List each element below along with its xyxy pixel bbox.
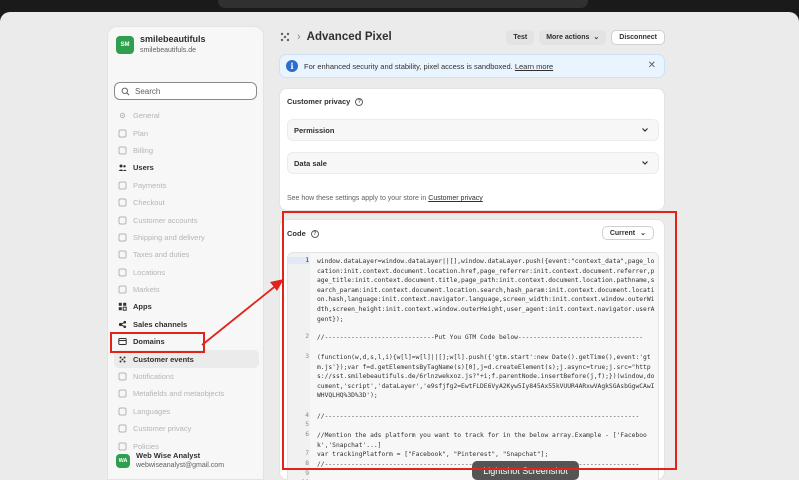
data-sale-label: Data sale — [294, 158, 327, 168]
store-switcher[interactable]: SM smilebeautifuls smilebeautifuls.de — [116, 33, 206, 56]
location-icon — [118, 268, 127, 277]
sidebar-item-label: Markets — [133, 285, 160, 295]
cart-icon — [118, 198, 127, 207]
store-name: smilebeautifuls — [140, 34, 206, 44]
annotation-arrow — [201, 279, 284, 346]
test-label: Test — [513, 33, 528, 41]
apps-icon — [118, 303, 127, 312]
sidebar-item-label: Sales channels — [133, 319, 188, 329]
person-icon — [118, 216, 127, 225]
sidebar-item-billing[interactable]: Billing — [114, 142, 259, 159]
sidebar-item-general[interactable]: General — [114, 107, 259, 124]
billing-icon — [118, 146, 127, 155]
disconnect-button[interactable]: Disconnect — [611, 29, 665, 45]
events-icon — [119, 356, 126, 363]
annotation-box-code — [282, 211, 677, 470]
chevron-down-icon — [642, 128, 648, 132]
sidebar-item-languages[interactable]: Languages — [114, 403, 259, 420]
user-avatar: WA — [116, 454, 130, 468]
sidebar-item-taxes-and-duties[interactable]: Taxes and duties — [114, 246, 259, 263]
sidebar-item-plan[interactable]: Plan — [114, 124, 259, 141]
sidebar-item-payments[interactable]: Payments — [114, 177, 259, 194]
metafields-icon — [118, 389, 127, 398]
chevron-down-icon — [642, 161, 648, 165]
sidebar-item-customer-events[interactable]: Customer events — [114, 350, 259, 368]
test-button[interactable]: Test — [506, 29, 535, 45]
sidebar-item-label: Policies — [133, 441, 159, 451]
sidebar-item-label: General — [133, 111, 160, 121]
info-icon: i — [286, 60, 298, 72]
truck-icon — [118, 233, 127, 242]
line-number: 9 — [305, 470, 309, 477]
banner-text: For enhanced security and stability, pix… — [304, 61, 513, 71]
sidebar-item-checkout[interactable]: Checkout — [114, 194, 259, 211]
pixel-icon[interactable] — [279, 31, 291, 43]
sidebar-item-label: Customer accounts — [133, 215, 198, 225]
channels-icon — [118, 320, 127, 328]
customer-privacy-title: Customer privacy — [287, 97, 351, 106]
sidebar-item-label: Locations — [133, 267, 166, 277]
sidebar-item-label: Metafields and metaobjects — [133, 389, 225, 399]
sidebar-item-label: Taxes and duties — [133, 250, 190, 260]
policy-icon — [118, 442, 127, 451]
sidebar-item-customer-privacy[interactable]: Customer privacy — [114, 420, 259, 437]
sidebar-item-metafields-and-metaobjects[interactable]: Metafields and metaobjects — [114, 385, 259, 402]
sidebar-item-label: Customer events — [133, 354, 194, 364]
sidebar-item-label: Payments — [133, 180, 167, 190]
sidebar-item-label: Notifications — [133, 372, 174, 382]
sidebar-item-label: Plan — [133, 128, 149, 138]
language-icon — [118, 407, 127, 416]
bell-icon — [118, 372, 127, 381]
address-bar[interactable] — [218, 0, 588, 8]
more-actions-label: More actions — [546, 33, 590, 41]
user-account[interactable]: WA Web Wise Analyst webwiseanalyst@gmail… — [116, 451, 224, 471]
close-icon[interactable]: ✕ — [648, 60, 656, 71]
search-input[interactable]: Search — [114, 82, 257, 100]
sidebar-item-label: Shipping and delivery — [133, 232, 205, 242]
tax-icon — [118, 250, 127, 259]
store-avatar: SM — [116, 36, 134, 54]
search-icon — [121, 87, 130, 95]
page-title: Advanced Pixel — [306, 31, 392, 43]
disconnect-label: Disconnect — [619, 33, 657, 41]
sidebar-item-label: Users — [133, 163, 154, 173]
sidebar-item-label: Billing — [133, 145, 154, 155]
breadcrumb-separator: › — [297, 31, 301, 43]
sidebar-item-users[interactable]: Users — [114, 159, 259, 176]
sidebar-item-customer-accounts[interactable]: Customer accounts — [114, 211, 259, 228]
store-domain: smilebeautifuls.de — [140, 47, 197, 54]
more-actions-button[interactable]: More actions ⌄ — [539, 29, 607, 45]
learn-more-link[interactable]: Learn more — [515, 62, 553, 71]
gear-icon — [119, 112, 126, 119]
sandbox-info-banner: i For enhanced security and stability, p… — [279, 54, 665, 78]
sidebar-item-label: Apps — [133, 302, 152, 312]
globe-icon — [118, 285, 127, 294]
data-sale-accordion[interactable]: Data sale — [287, 152, 659, 174]
sidebar-item-label: Checkout — [133, 198, 165, 208]
plan-icon — [118, 129, 127, 138]
page-header: › Advanced Pixel Test More actions ⌄ Disc… — [279, 26, 665, 48]
customer-privacy-link[interactable]: Customer privacy — [428, 195, 482, 202]
sidebar-item-shipping-and-delivery[interactable]: Shipping and delivery — [114, 229, 259, 246]
sidebar-item-label: Languages — [133, 406, 171, 416]
privacy-foot-text: See how these settings apply to your sto… — [287, 195, 427, 202]
search-placeholder: Search — [135, 86, 161, 96]
payments-icon — [118, 181, 127, 190]
permission-label: Permission — [294, 125, 335, 135]
permission-accordion[interactable]: Permission — [287, 119, 659, 141]
settings-sidebar: SM smilebeautifuls smilebeautifuls.de Se… — [107, 26, 264, 480]
sidebar-item-notifications[interactable]: Notifications — [114, 368, 259, 385]
user-name: Web Wise Analyst — [136, 451, 201, 460]
sidebar-item-label: Customer privacy — [133, 424, 192, 434]
users-icon — [118, 164, 127, 172]
lock-icon — [118, 424, 127, 433]
user-email: webwiseanalyst@gmail.com — [136, 462, 225, 469]
chevron-down-icon: ⌄ — [593, 34, 600, 41]
customer-privacy-card: Customer privacy? Permission Data sale S… — [279, 88, 665, 211]
help-icon[interactable]: ? — [355, 97, 364, 106]
